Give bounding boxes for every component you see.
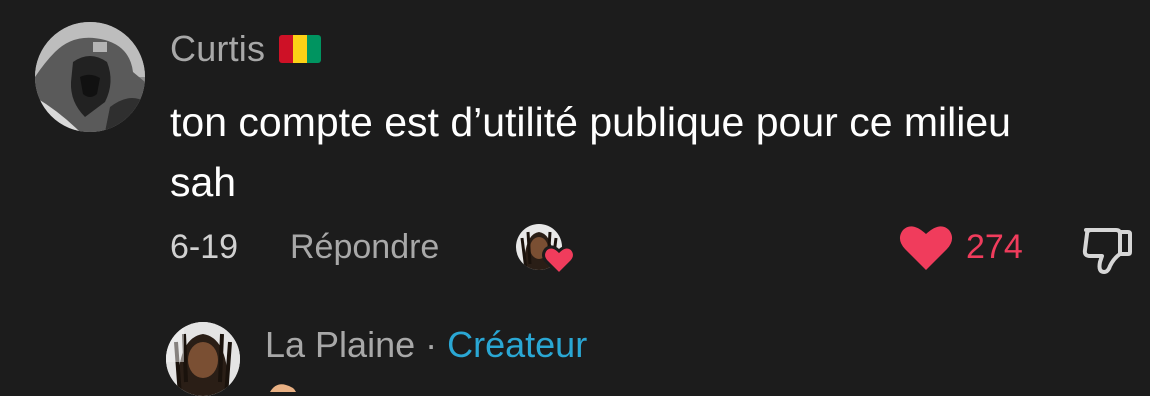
avatar-curtis[interactable] bbox=[35, 22, 145, 132]
liked-heart-icon bbox=[542, 245, 576, 276]
emoji-peek-icon bbox=[270, 384, 296, 392]
creator-badge: Créateur bbox=[447, 324, 588, 365]
comment: Curtis ton compte est d’utilité publique… bbox=[0, 0, 1150, 290]
comment-author-row: Curtis bbox=[170, 28, 322, 70]
comment-text: ton compte est d’utilité publique pour c… bbox=[170, 99, 1011, 205]
creator-liked-indicator bbox=[516, 222, 578, 276]
reply-author-name[interactable]: La Plaine bbox=[265, 324, 415, 366]
guinea-flag-icon bbox=[279, 35, 322, 63]
author-separator: · bbox=[425, 324, 438, 365]
like-count: 274 bbox=[966, 228, 1023, 266]
reply-button[interactable]: Répondre bbox=[290, 228, 439, 267]
comment-actions: 6-19 Répondre 274 bbox=[170, 222, 1132, 276]
reply-author-row: La Plaine · Créateur bbox=[265, 324, 587, 366]
comment-date: 6-19 bbox=[170, 228, 239, 266]
reply-preview: La Plaine · Créateur bbox=[0, 300, 1150, 396]
comment-author-name[interactable]: Curtis bbox=[170, 28, 265, 70]
avatar-la-plaine[interactable] bbox=[166, 322, 240, 396]
thumbs-down-icon[interactable] bbox=[1078, 222, 1134, 278]
heart-icon[interactable] bbox=[898, 222, 954, 274]
